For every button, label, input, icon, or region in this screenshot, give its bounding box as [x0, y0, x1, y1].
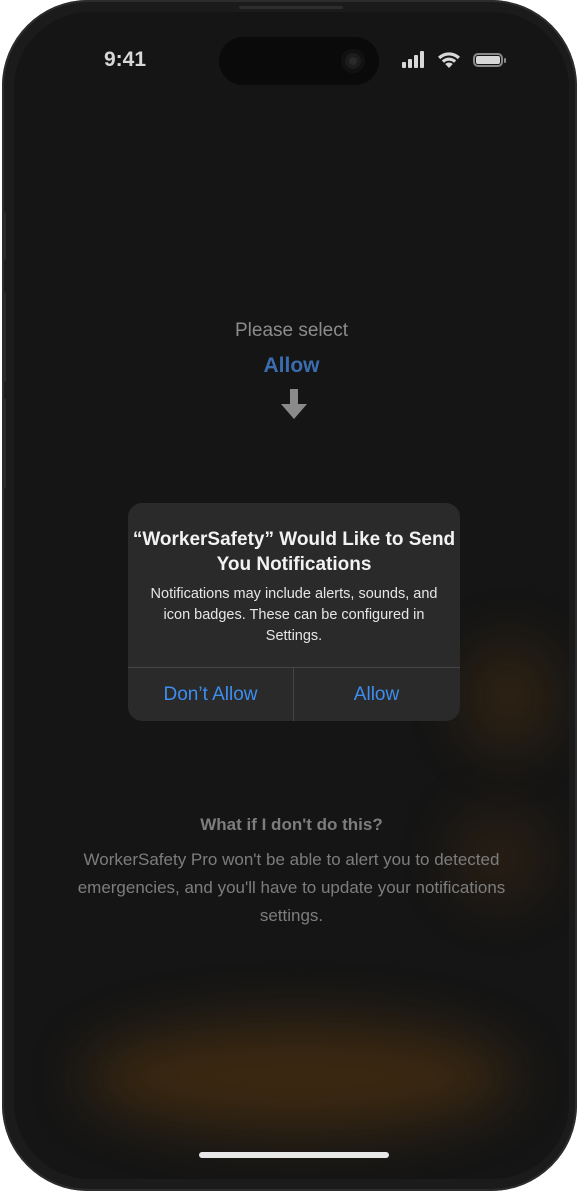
info-body: WorkerSafety Pro won't be able to alert … — [77, 850, 506, 925]
cellular-signal-icon — [402, 50, 428, 68]
alert-message: Notifications may include alerts, sounds… — [150, 586, 438, 644]
home-indicator[interactable] — [199, 1152, 389, 1158]
silent-switch — [2, 212, 6, 260]
info-heading: What if I don't do this? — [200, 815, 383, 834]
arrow-down-icon — [281, 389, 307, 419]
screen: 9:41 Please select Allow “WorkerSafety” … — [14, 12, 569, 1179]
ambient-glow — [464, 642, 554, 752]
notification-permission-alert: “WorkerSafety” Would Like to Send You No… — [128, 503, 460, 721]
front-camera-icon — [341, 49, 365, 73]
battery-icon — [473, 53, 506, 67]
speaker-grille — [239, 6, 343, 9]
alert-title: “WorkerSafety” Would Like to Send You No… — [132, 529, 456, 575]
volume-up-button — [2, 292, 6, 382]
prompt-title: Please select — [234, 320, 348, 341]
volume-down-button — [2, 398, 6, 488]
wifi-icon — [438, 52, 460, 68]
status-time: 9:41 — [104, 48, 147, 71]
dynamic-island — [219, 37, 379, 85]
allow-button[interactable]: Allow — [294, 668, 459, 721]
ambient-glow — [84, 1022, 514, 1132]
dont-allow-button[interactable]: Don’t Allow — [128, 668, 293, 721]
phone-frame: 9:41 Please select Allow “WorkerSafety” … — [2, 0, 577, 1191]
prompt-allow-hint: Allow — [263, 354, 320, 377]
